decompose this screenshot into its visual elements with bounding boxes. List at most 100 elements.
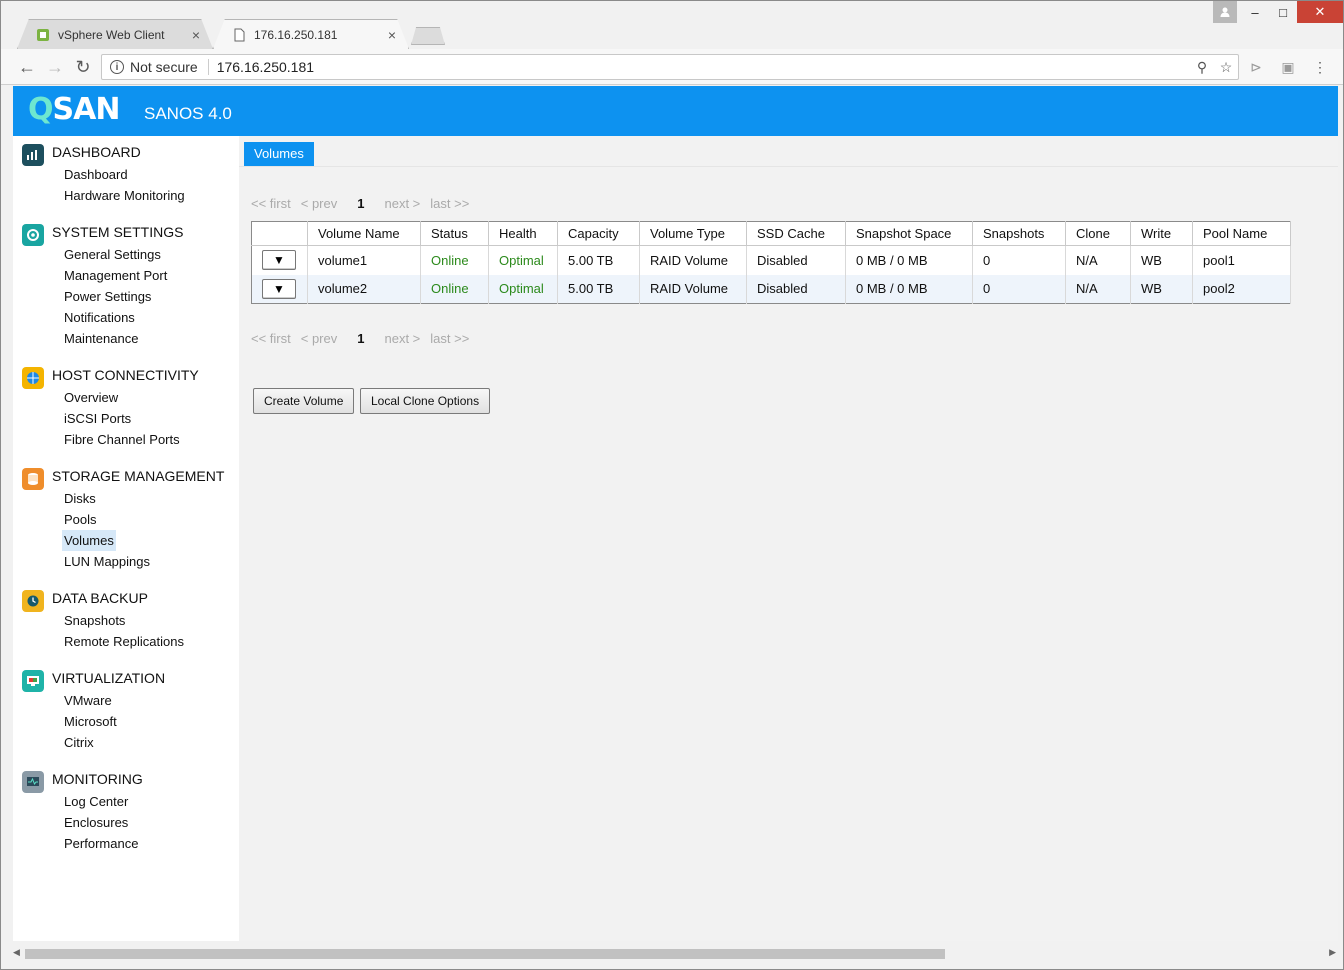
virtualization-icon bbox=[22, 670, 44, 692]
section-title-host-connectivity[interactable]: HOST CONNECTIVITY bbox=[52, 367, 199, 383]
browser-toolbar: ← → ↻ i Not secure 176.16.250.181 ⚲ ☆ ⊳ … bbox=[1, 49, 1343, 85]
sidebar-item-power-settings[interactable]: Power Settings bbox=[62, 286, 153, 307]
monitoring-icon bbox=[22, 771, 44, 793]
sidebar-item-overview[interactable]: Overview bbox=[62, 387, 120, 408]
sidebar-item-vmware[interactable]: VMware bbox=[62, 690, 114, 711]
column-header-volume-type[interactable]: Volume Type bbox=[639, 221, 747, 246]
bookmark-star-icon[interactable]: ☆ bbox=[1214, 59, 1238, 76]
column-header-volume-name[interactable]: Volume Name bbox=[307, 221, 421, 246]
sidebar-section-virtualization: VIRTUALIZATION VMware Microsoft Citrix bbox=[13, 668, 239, 753]
scroll-left-icon[interactable]: ◀ bbox=[13, 947, 20, 958]
tab-volumes[interactable]: Volumes bbox=[244, 142, 314, 166]
cell-write: WB bbox=[1130, 274, 1193, 304]
cell-volume-type: RAID Volume bbox=[639, 274, 747, 304]
sidebar-item-fibre-channel-ports[interactable]: Fibre Channel Ports bbox=[62, 429, 182, 450]
extension-icon[interactable]: ⊳ bbox=[1247, 59, 1265, 77]
column-header-capacity[interactable]: Capacity bbox=[557, 221, 640, 246]
close-tab-icon[interactable]: × bbox=[388, 27, 396, 43]
url-text[interactable]: 176.16.250.181 bbox=[217, 59, 1190, 75]
sidebar-item-disks[interactable]: Disks bbox=[62, 488, 98, 509]
sidebar-item-log-center[interactable]: Log Center bbox=[62, 791, 130, 812]
column-header-snapshot-space[interactable]: Snapshot Space bbox=[845, 221, 973, 246]
tab-title: 176.16.250.181 bbox=[254, 27, 338, 42]
pager-prev[interactable]: < prev bbox=[301, 331, 338, 346]
section-title-system-settings[interactable]: SYSTEM SETTINGS bbox=[52, 224, 183, 240]
sidebar-item-maintenance[interactable]: Maintenance bbox=[62, 328, 140, 349]
sidebar-section-storage-management: STORAGE MANAGEMENT Disks Pools Volumes L… bbox=[13, 466, 239, 572]
settings-icon bbox=[22, 224, 44, 246]
pager-first[interactable]: << first bbox=[251, 196, 291, 211]
browser-tab-vsphere[interactable]: vSphere Web Client × bbox=[17, 19, 213, 49]
cell-clone: N/A bbox=[1065, 245, 1131, 275]
row-action-dropdown-button[interactable]: ▼ bbox=[262, 250, 296, 271]
create-volume-button[interactable]: Create Volume bbox=[253, 388, 355, 414]
pager-next[interactable]: next > bbox=[384, 196, 420, 211]
forward-icon[interactable]: → bbox=[43, 55, 67, 79]
column-header-clone[interactable]: Clone bbox=[1065, 221, 1131, 246]
menu-icon[interactable]: ⋮ bbox=[1311, 59, 1329, 77]
column-header-write[interactable]: Write bbox=[1130, 221, 1193, 246]
pager-last[interactable]: last >> bbox=[430, 196, 469, 211]
user-profile-icon[interactable] bbox=[1213, 1, 1237, 23]
table-row[interactable]: ▼ volume2 Online Optimal 5.00 TB RAID Vo… bbox=[251, 274, 1291, 304]
maximize-icon[interactable]: □ bbox=[1269, 1, 1297, 23]
back-icon[interactable]: ← bbox=[15, 55, 39, 79]
qsan-logo: QSAN bbox=[28, 92, 120, 127]
cell-snapshot-space: 0 MB / 0 MB bbox=[845, 245, 973, 275]
pager-next[interactable]: next > bbox=[384, 331, 420, 346]
pdf-extension-icon[interactable]: ▣ bbox=[1279, 59, 1297, 77]
sidebar-item-lun-mappings[interactable]: LUN Mappings bbox=[62, 551, 152, 572]
local-clone-options-button[interactable]: Local Clone Options bbox=[360, 388, 491, 414]
scroll-right-icon[interactable]: ▶ bbox=[1329, 947, 1336, 958]
sidebar-item-remote-replications[interactable]: Remote Replications bbox=[62, 631, 186, 652]
security-label[interactable]: Not secure bbox=[130, 59, 209, 75]
cell-status: Online bbox=[420, 274, 489, 304]
cell-pool-name: pool1 bbox=[1192, 245, 1291, 275]
minimize-icon[interactable]: ‒ bbox=[1241, 1, 1269, 23]
cell-clone: N/A bbox=[1065, 274, 1131, 304]
horizontal-scrollbar[interactable]: ◀ ▶ bbox=[13, 945, 1338, 963]
sidebar-item-citrix[interactable]: Citrix bbox=[62, 732, 96, 753]
column-header-health[interactable]: Health bbox=[488, 221, 558, 246]
sidebar-item-general-settings[interactable]: General Settings bbox=[62, 244, 163, 265]
column-header-status[interactable]: Status bbox=[420, 221, 489, 246]
new-tab-button[interactable] bbox=[411, 27, 445, 45]
sidebar-item-iscsi-ports[interactable]: iSCSI Ports bbox=[62, 408, 133, 429]
table-row[interactable]: ▼ volume1 Online Optimal 5.00 TB RAID Vo… bbox=[251, 245, 1291, 275]
sidebar-item-notifications[interactable]: Notifications bbox=[62, 307, 137, 328]
pager-prev[interactable]: < prev bbox=[301, 196, 338, 211]
sidebar-item-enclosures[interactable]: Enclosures bbox=[62, 812, 130, 833]
column-header-pool-name[interactable]: Pool Name bbox=[1192, 221, 1291, 246]
sidebar-item-management-port[interactable]: Management Port bbox=[62, 265, 169, 286]
key-icon[interactable]: ⚲ bbox=[1190, 59, 1214, 76]
info-icon[interactable]: i bbox=[110, 60, 124, 74]
browser-window: vSphere Web Client × 176.16.250.181 × ‒ … bbox=[0, 0, 1344, 970]
reload-icon[interactable]: ↻ bbox=[71, 55, 95, 79]
sidebar-item-pools[interactable]: Pools bbox=[62, 509, 99, 530]
section-title-storage-management[interactable]: STORAGE MANAGEMENT bbox=[52, 468, 224, 484]
column-header-ssd-cache[interactable]: SSD Cache bbox=[746, 221, 846, 246]
pager-last[interactable]: last >> bbox=[430, 331, 469, 346]
section-title-monitoring[interactable]: MONITORING bbox=[52, 771, 143, 787]
close-tab-icon[interactable]: × bbox=[192, 27, 200, 43]
close-window-icon[interactable]: ✕ bbox=[1297, 1, 1343, 23]
pager-first[interactable]: << first bbox=[251, 331, 291, 346]
section-title-data-backup[interactable]: DATA BACKUP bbox=[52, 590, 148, 606]
scrollbar-thumb[interactable] bbox=[25, 949, 945, 959]
column-header-snapshots[interactable]: Snapshots bbox=[972, 221, 1066, 246]
section-title-dashboard[interactable]: DASHBOARD bbox=[52, 144, 141, 160]
sidebar-item-microsoft[interactable]: Microsoft bbox=[62, 711, 119, 732]
row-action-dropdown-button[interactable]: ▼ bbox=[262, 278, 296, 299]
address-bar[interactable]: i Not secure 176.16.250.181 ⚲ ☆ bbox=[101, 54, 1239, 80]
column-header-action bbox=[251, 221, 308, 246]
cell-health: Optimal bbox=[488, 274, 558, 304]
sidebar-item-snapshots[interactable]: Snapshots bbox=[62, 610, 127, 631]
sidebar-item-hardware-monitoring[interactable]: Hardware Monitoring bbox=[62, 185, 187, 206]
sidebar-item-dashboard[interactable]: Dashboard bbox=[62, 164, 130, 185]
section-title-virtualization[interactable]: VIRTUALIZATION bbox=[52, 670, 165, 686]
sidebar-item-performance[interactable]: Performance bbox=[62, 833, 140, 854]
host-connectivity-icon bbox=[22, 367, 44, 389]
browser-tab-qsan[interactable]: 176.16.250.181 × bbox=[213, 19, 409, 49]
sidebar-item-volumes[interactable]: Volumes bbox=[62, 530, 116, 551]
sidebar: DASHBOARD Dashboard Hardware Monitoring … bbox=[13, 136, 239, 941]
